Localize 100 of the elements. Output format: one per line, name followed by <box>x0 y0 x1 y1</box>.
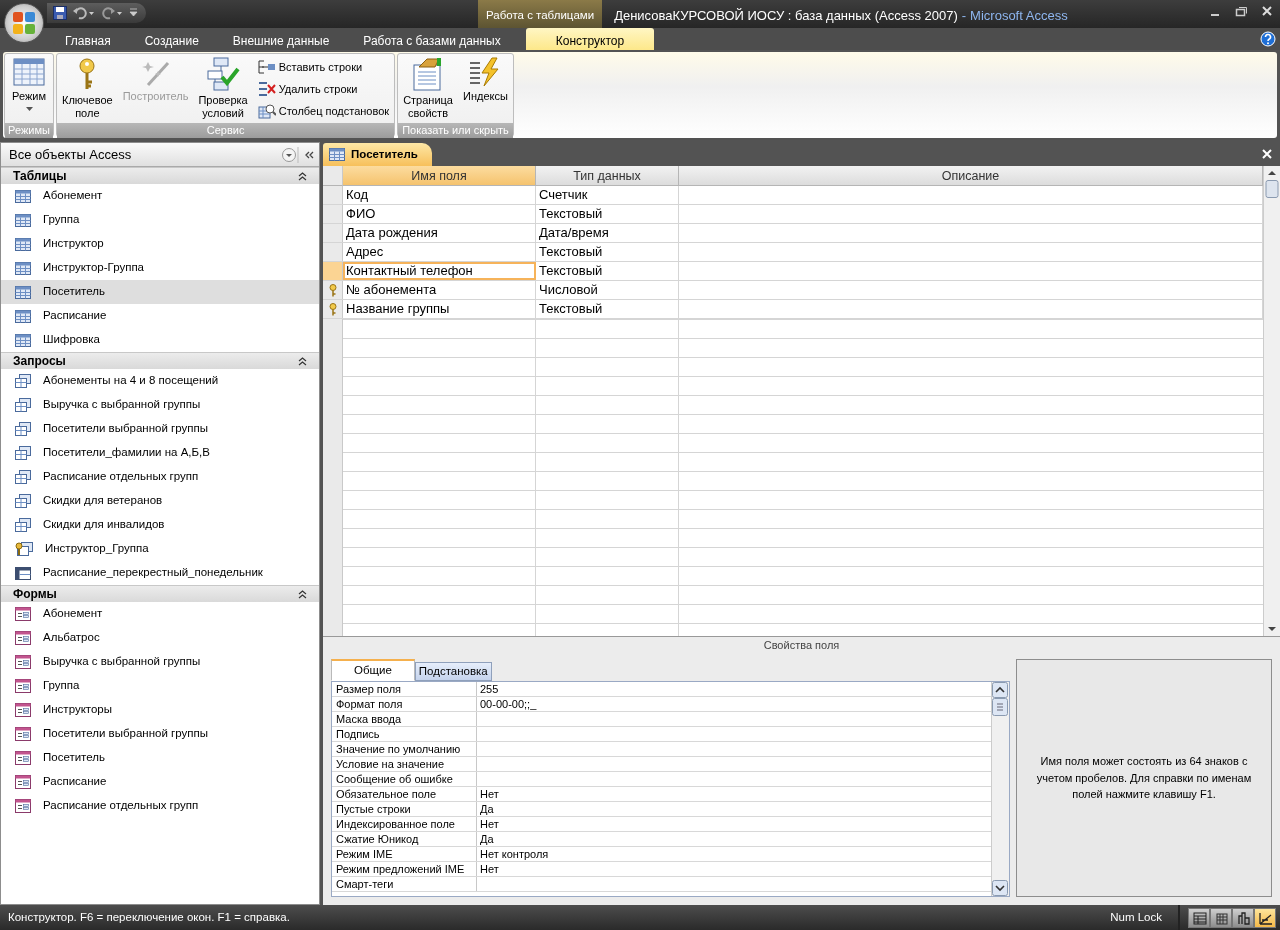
status-indicator: Num Lock <box>1110 909 1163 925</box>
lookup-column-icon <box>257 103 276 119</box>
field-name-cell[interactable]: Название группы <box>343 300 536 318</box>
datasheet-icon <box>13 57 45 87</box>
table-icon <box>15 333 31 347</box>
property-label: Пустые строки <box>332 802 477 816</box>
ribbon-button[interactable]: Столбец подстановок <box>254 100 393 122</box>
insert-rows-icon <box>257 60 276 74</box>
ribbon-tab[interactable]: Внешние данные <box>215 28 347 50</box>
nav-item[interactable]: Посетитель <box>1 280 319 304</box>
help-icon[interactable] <box>1260 31 1276 47</box>
property-value-field[interactable]: Да <box>477 832 991 846</box>
key-icon <box>328 302 337 316</box>
crosstab-icon <box>15 566 31 580</box>
ribbon-button[interactable]: Вставить строки <box>254 56 393 78</box>
table-icon <box>15 189 31 203</box>
property-label: Подпись <box>332 727 477 741</box>
group-label: Показать или скрыть <box>398 123 513 138</box>
field-name-cell[interactable]: Код <box>343 186 536 204</box>
ribbon-button[interactable]: Индексы <box>460 56 511 123</box>
field-name-cell[interactable]: Адрес <box>343 243 536 261</box>
flowchart-check-icon <box>206 57 241 91</box>
data-type-cell[interactable]: Текстовый <box>536 243 679 261</box>
undo-icon[interactable] <box>73 6 95 20</box>
title-separator: - <box>961 7 967 25</box>
group-header[interactable]: Формы <box>1 585 319 602</box>
property-value-field[interactable]: Нет <box>477 787 991 801</box>
property-tab[interactable]: Подстановка <box>414 662 492 681</box>
ribbon-button[interactable]: Удалить строки <box>254 78 393 100</box>
query-icon <box>15 518 31 532</box>
data-type-cell[interactable]: Текстовый <box>536 300 679 318</box>
column-header: Имя поля <box>343 166 536 186</box>
section-label: Свойства поля <box>323 636 1280 651</box>
status-text: Конструктор. F6 = переключение окон. F1 = справка. <box>7 909 291 925</box>
property-value-field[interactable]: 255 <box>477 682 991 696</box>
app-name: Microsoft Access <box>970 7 1068 25</box>
ribbon-tab[interactable]: Конструктор <box>525 28 655 50</box>
property-value-field[interactable]: Да <box>477 802 991 816</box>
scrollbar[interactable] <box>1263 166 1280 636</box>
table-icon <box>15 285 31 299</box>
ribbon-tab[interactable]: Главная <box>48 28 128 50</box>
form-icon <box>15 607 31 621</box>
data-type-cell[interactable]: Дата/время <box>536 224 679 242</box>
query-icon <box>15 494 31 508</box>
property-value-field[interactable]: Нет <box>477 862 991 876</box>
property-label: Сжатие Юникод <box>332 832 477 846</box>
data-type-cell[interactable]: Текстовый <box>536 205 679 223</box>
property-label: Режим предложений IME <box>332 862 477 876</box>
scroll-thumb-icon <box>992 698 1008 716</box>
field-name-cell[interactable]: ФИО <box>343 205 536 223</box>
ribbon-button[interactable]: Страница свойств <box>400 56 456 123</box>
dropdown-circle-icon[interactable] <box>281 146 297 163</box>
data-type-cell[interactable]: Числовой <box>536 281 679 299</box>
form-icon <box>15 751 31 765</box>
delete-rows-icon <box>257 82 276 96</box>
form-icon <box>15 655 31 669</box>
property-value-field[interactable]: 00-00-00;;_ <box>477 697 991 711</box>
form-icon <box>15 775 31 789</box>
save-icon[interactable] <box>53 6 67 20</box>
property-label: Формат поля <box>332 697 477 711</box>
view-button[interactable] <box>1254 907 1276 928</box>
window-title: ДенисоваКУРСОВОЙ ИОСУ : база данных (Access 2007) <box>614 7 958 25</box>
property-label: Маска ввода <box>332 712 477 726</box>
row-selector[interactable] <box>323 300 343 318</box>
pane-title: Все объекты Access <box>9 145 133 164</box>
query-icon <box>15 446 31 460</box>
redo-icon[interactable] <box>101 6 123 20</box>
view-button[interactable] <box>1188 907 1210 928</box>
ribbon-button[interactable]: Ключевое поле <box>59 56 116 123</box>
data-type-cell[interactable]: Текстовый <box>536 262 679 280</box>
scrollbar[interactable] <box>991 682 1009 896</box>
scroll-down-icon <box>992 880 1008 896</box>
ribbon-button[interactable]: Проверка условий <box>195 56 251 123</box>
ribbon-tab[interactable]: Создание <box>127 28 216 50</box>
property-label: Смарт-теги <box>332 877 477 891</box>
column-header: Тип данных <box>536 166 679 186</box>
property-tab[interactable]: Общие <box>331 659 415 681</box>
scroll-up-icon <box>992 682 1008 698</box>
group-header[interactable]: Запросы <box>1 352 319 369</box>
data-type-cell[interactable]: Счетчик <box>536 186 679 204</box>
collapse-icon <box>298 171 307 181</box>
field-name-cell[interactable]: Дата рождения <box>343 224 536 242</box>
table-icon <box>15 213 31 227</box>
customize-icon[interactable] <box>129 8 138 18</box>
ribbon-tab[interactable]: Работа с базами данных <box>346 28 518 50</box>
document-tab[interactable]: Посетитель <box>323 143 432 166</box>
table-icon <box>15 309 31 323</box>
view-button[interactable] <box>1210 907 1232 928</box>
key-icon <box>328 283 337 297</box>
form-icon <box>15 631 31 645</box>
group-header[interactable]: Таблицы <box>1 167 319 184</box>
field-name-cell[interactable]: № абонемента <box>343 281 536 299</box>
property-value-field[interactable]: Нет <box>477 817 991 831</box>
row-selector[interactable] <box>323 281 343 299</box>
view-button[interactable] <box>1232 907 1254 928</box>
context-tab-label: Работа с таблицами <box>478 0 603 28</box>
field-name-cell[interactable]: Контактный телефон <box>343 262 536 280</box>
property-value-field[interactable]: Нет контроля <box>477 847 991 861</box>
ribbon-button[interactable]: Режим <box>7 56 51 123</box>
form-icon <box>15 727 31 741</box>
